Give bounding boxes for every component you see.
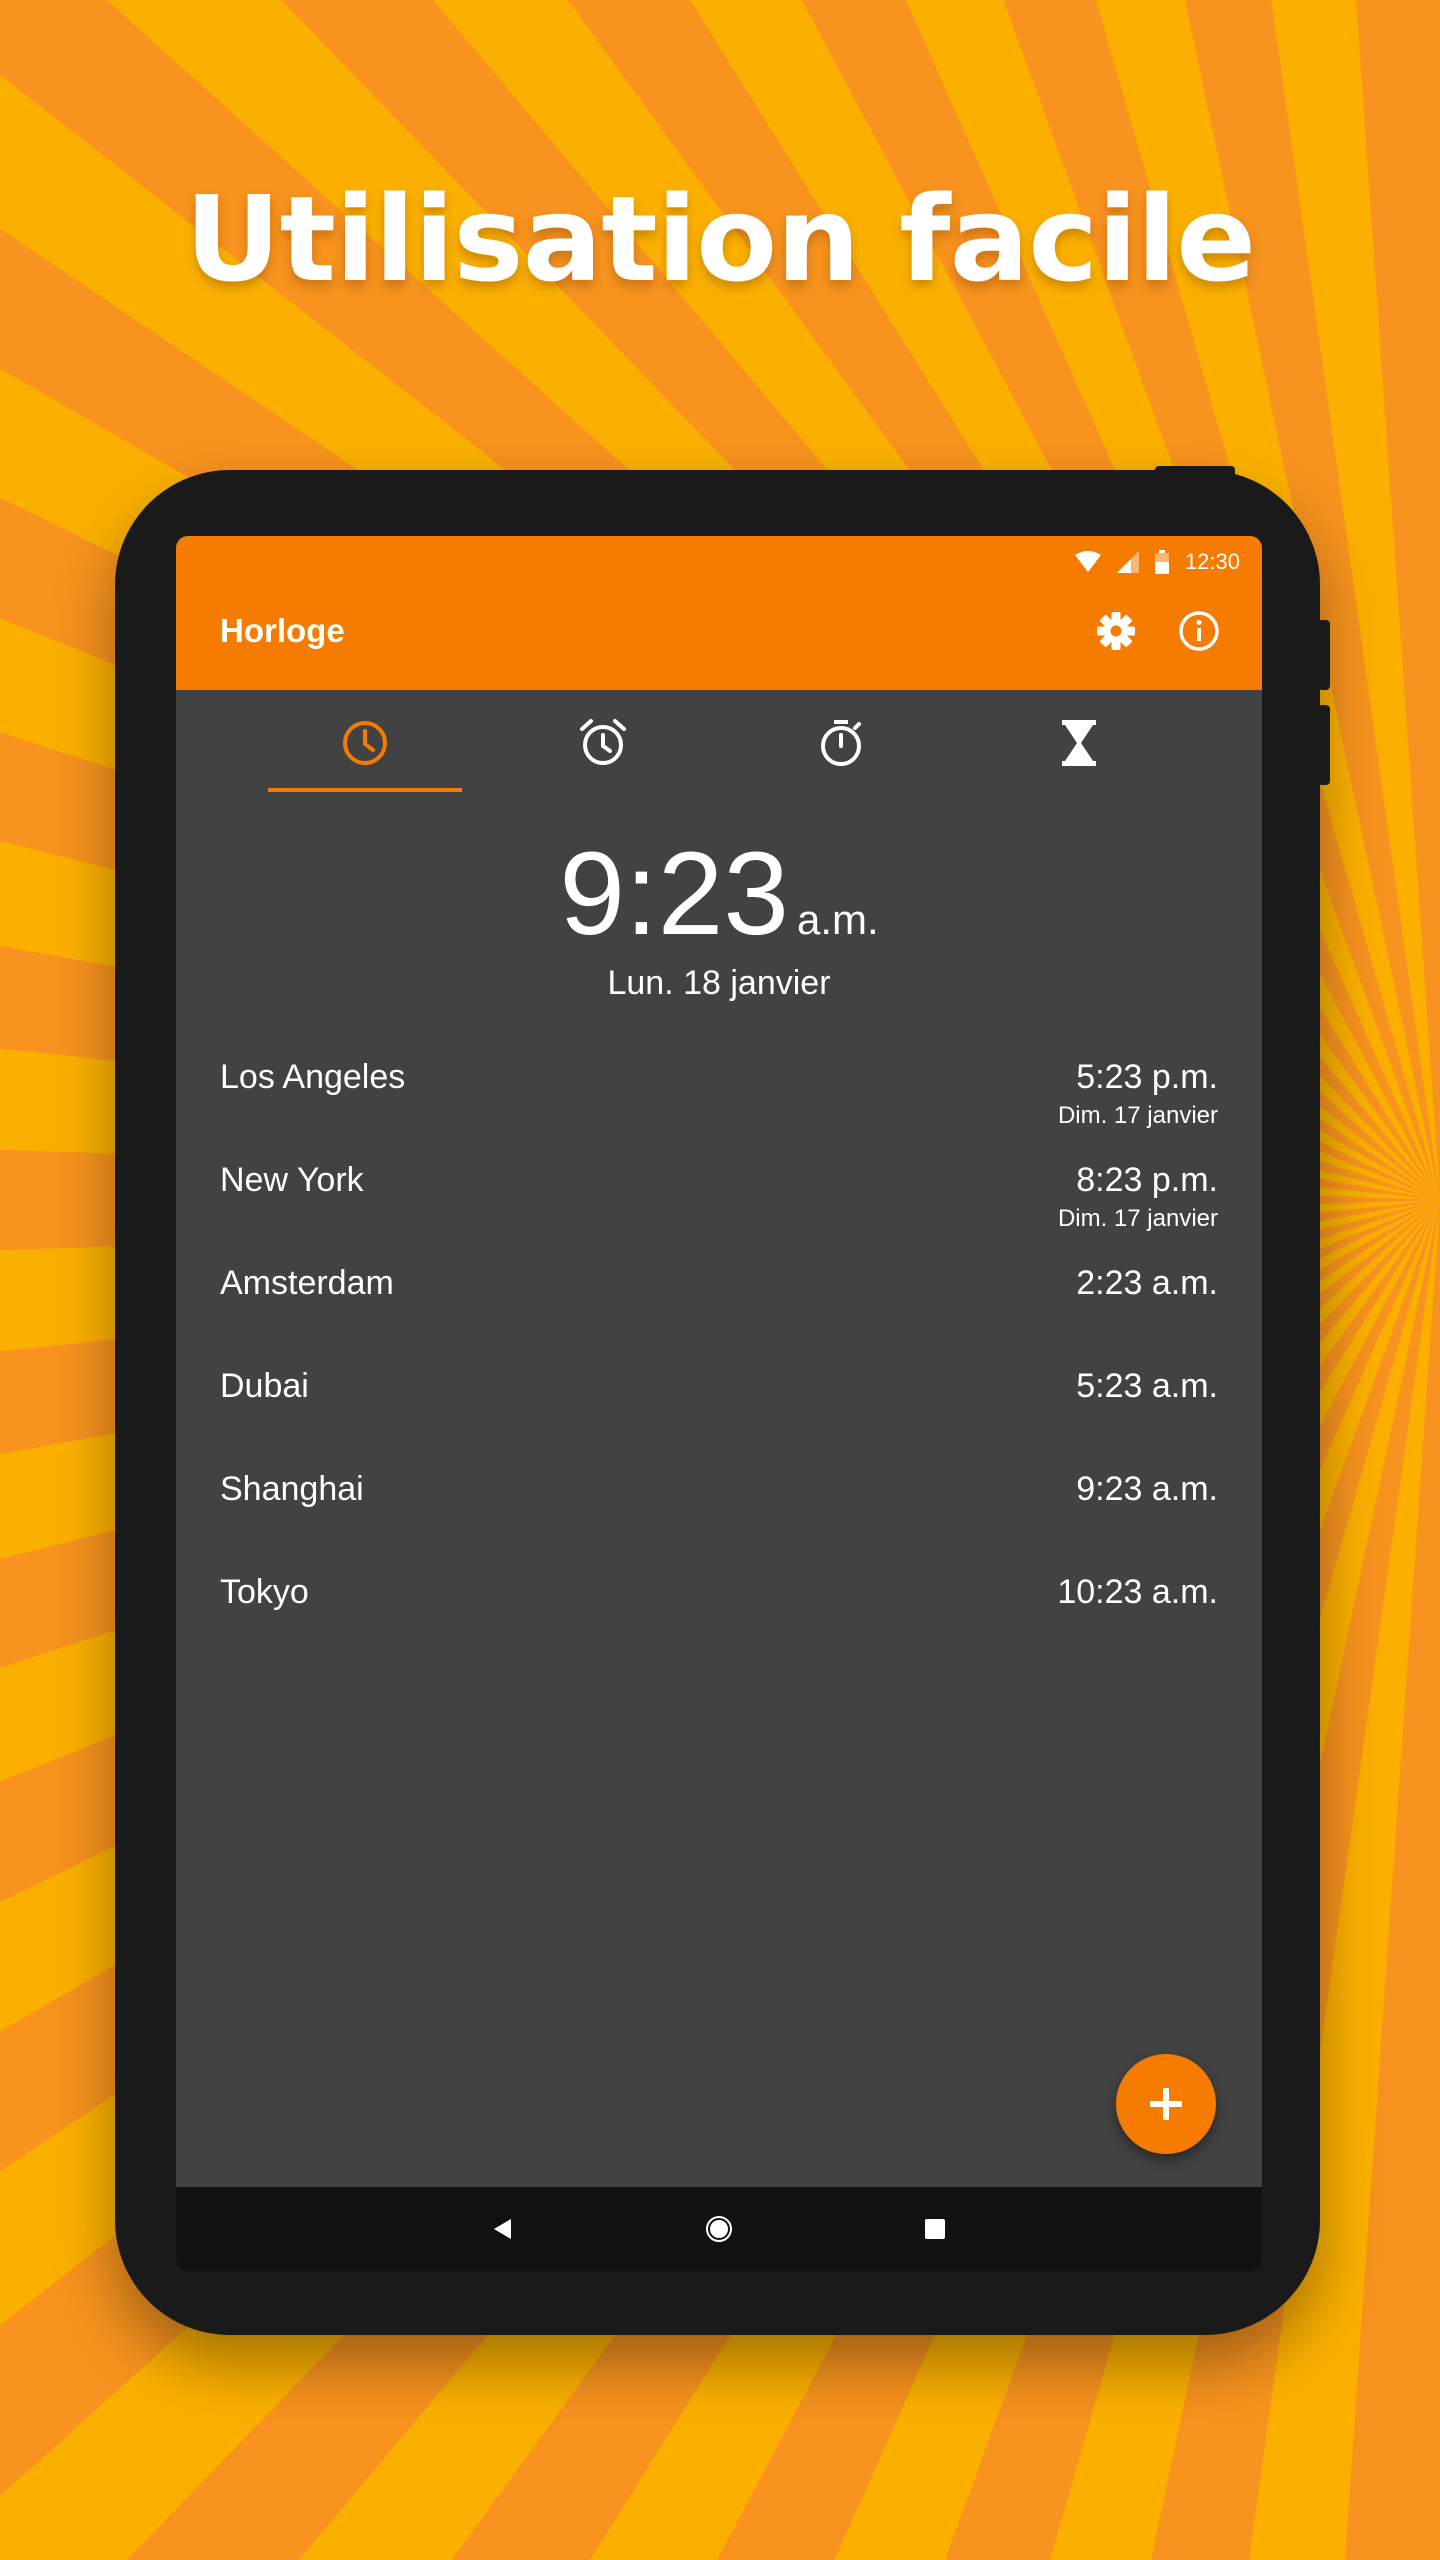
tab-timer[interactable] <box>982 690 1176 800</box>
city-time: 5:23 p.m. <box>1076 1058 1218 1096</box>
home-icon <box>706 2216 732 2242</box>
tablet-power-button <box>1155 466 1235 478</box>
city-name: Tokyo <box>220 1573 309 1611</box>
city-time: 8:23 p.m. <box>1076 1161 1218 1199</box>
city-name: Shanghai <box>220 1470 364 1508</box>
local-date: Lun. 18 janvier <box>607 964 831 1002</box>
info-icon[interactable] <box>1176 608 1222 654</box>
city-name: Amsterdam <box>220 1264 394 1302</box>
list-item[interactable]: Amsterdam 2:23 a.m. <box>176 1264 1262 1367</box>
app-title: Horloge <box>220 612 345 649</box>
signal-icon <box>1116 551 1139 573</box>
city-time: 5:23 a.m. <box>1076 1367 1218 1405</box>
add-city-button[interactable] <box>1116 2054 1216 2154</box>
tablet-volume-button <box>1318 705 1330 785</box>
tab-selected-indicator <box>268 788 462 792</box>
city-date: Dim. 17 janvier <box>1057 1102 1218 1129</box>
back-button[interactable] <box>461 2187 545 2271</box>
city-time: 10:23 a.m. <box>1057 1573 1218 1611</box>
list-item[interactable]: Tokyo 10:23 a.m. <box>176 1573 1262 1676</box>
tab-alarm[interactable] <box>506 690 700 800</box>
app-bar: 12:30 Horloge <box>176 536 1262 690</box>
hourglass-timer-icon <box>1062 720 1096 766</box>
city-time: 2:23 a.m. <box>1076 1264 1218 1302</box>
home-button[interactable] <box>677 2187 761 2271</box>
city-name: Los Angeles <box>220 1058 406 1096</box>
local-time-value: 9:23 <box>559 828 789 960</box>
tablet-volume-button <box>1318 620 1330 690</box>
tab-bar <box>176 690 1262 800</box>
alarm-icon <box>580 719 626 765</box>
promo-headline: Utilisation facile <box>184 170 1256 308</box>
city-date: Dim. 17 janvier <box>1057 1205 1218 1232</box>
status-bar: 12:30 <box>1074 542 1240 582</box>
list-item[interactable]: Shanghai 9:23 a.m. <box>176 1470 1262 1573</box>
plus-icon <box>1150 2088 1182 2120</box>
tab-stopwatch[interactable] <box>744 690 938 800</box>
list-item[interactable]: New York 8:23 p.m. Dim. 17 janvier <box>176 1161 1262 1264</box>
settings-gear-icon[interactable] <box>1093 608 1139 654</box>
list-item[interactable]: Los Angeles 5:23 p.m. Dim. 17 janvier <box>176 1058 1262 1161</box>
app-screen: 12:30 Horloge 9:23 a.m. Lun. 18 janvier … <box>176 536 1262 2271</box>
tab-clock[interactable] <box>268 690 462 800</box>
recents-icon <box>925 2219 945 2239</box>
back-icon <box>494 2219 511 2239</box>
clock-icon <box>343 721 387 765</box>
system-nav-bar <box>176 2187 1262 2271</box>
stopwatch-icon <box>821 720 861 766</box>
city-name: New York <box>220 1161 364 1199</box>
local-time-ampm: a.m. <box>796 896 879 943</box>
status-time: 12:30 <box>1184 549 1240 574</box>
recents-button[interactable] <box>893 2187 977 2271</box>
local-time: 9:23 a.m. <box>176 826 1262 962</box>
list-item[interactable]: Dubai 5:23 a.m. <box>176 1367 1262 1470</box>
battery-icon <box>1154 550 1169 574</box>
city-time: 9:23 a.m. <box>1076 1470 1218 1508</box>
city-name: Dubai <box>220 1367 309 1405</box>
wifi-icon <box>1074 551 1101 573</box>
world-clock-list: Los Angeles 5:23 p.m. Dim. 17 janvier Ne… <box>176 1058 1262 1676</box>
